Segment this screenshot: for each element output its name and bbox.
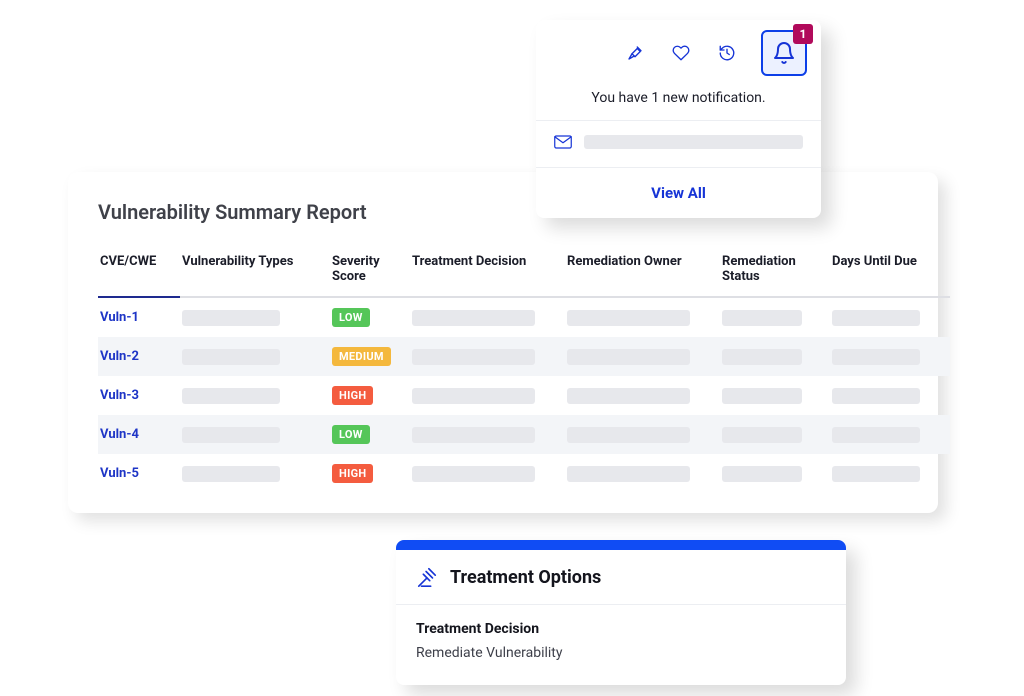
treatment-options-card: Treatment Options Treatment Decision Rem… <box>396 540 846 685</box>
cell-placeholder <box>567 427 690 443</box>
col-days-until-due[interactable]: Days Until Due <box>830 248 950 297</box>
history-icon[interactable] <box>715 41 739 65</box>
treatment-title: Treatment Options <box>450 567 601 588</box>
notification-message: You have 1 new notification. <box>536 84 821 121</box>
vuln-id-link[interactable]: Vuln-2 <box>100 349 139 364</box>
severity-badge: HIGH <box>332 386 373 405</box>
treatment-decision-label: Treatment Decision <box>416 621 826 637</box>
notification-item-placeholder <box>584 135 803 149</box>
col-remediation-owner[interactable]: Remediation Owner <box>565 248 720 297</box>
notification-badge: 1 <box>793 24 813 44</box>
treatment-topbar <box>396 540 846 550</box>
vuln-id-link[interactable]: Vuln-3 <box>100 388 139 403</box>
notification-bell-button[interactable]: 1 <box>761 30 807 76</box>
cell-placeholder <box>412 427 535 443</box>
cell-placeholder <box>182 310 280 326</box>
cell-placeholder <box>832 349 920 365</box>
notification-item[interactable] <box>536 121 821 168</box>
table-row: Vuln-2 MEDIUM <box>98 337 950 376</box>
notification-popover: 1 You have 1 new notification. View All <box>536 20 821 218</box>
cell-placeholder <box>832 310 920 326</box>
treatment-decision-value: Remediate Vulnerability <box>416 645 826 661</box>
col-vuln-types[interactable]: Vulnerability Types <box>180 248 330 297</box>
severity-badge: MEDIUM <box>332 347 391 366</box>
col-cve-cwe[interactable]: CVE/CWE <box>98 248 180 297</box>
vuln-id-link[interactable]: Vuln-5 <box>100 466 139 481</box>
col-treatment-decision[interactable]: Treatment Decision <box>410 248 565 297</box>
cell-placeholder <box>567 466 690 482</box>
view-all-button[interactable]: View All <box>536 168 821 218</box>
cell-placeholder <box>832 427 920 443</box>
vulnerability-table: CVE/CWE Vulnerability Types Severity Sco… <box>98 248 950 493</box>
col-severity-score[interactable]: Severity Score <box>330 248 410 297</box>
cell-placeholder <box>412 310 535 326</box>
severity-badge: LOW <box>332 308 370 327</box>
cell-placeholder <box>567 310 690 326</box>
table-row: Vuln-5 HIGH <box>98 454 950 493</box>
envelope-icon <box>554 135 572 149</box>
gavel-icon <box>416 566 438 588</box>
cell-placeholder <box>722 466 802 482</box>
notification-toolbar: 1 <box>536 20 821 84</box>
table-row: Vuln-1 LOW <box>98 297 950 337</box>
cell-placeholder <box>412 388 535 404</box>
cell-placeholder <box>722 427 802 443</box>
cell-placeholder <box>182 349 280 365</box>
treatment-body: Treatment Decision Remediate Vulnerabili… <box>396 605 846 685</box>
cell-placeholder <box>412 349 535 365</box>
severity-badge: HIGH <box>332 464 373 483</box>
severity-badge: LOW <box>332 425 370 444</box>
bell-icon <box>772 41 796 65</box>
vulnerability-summary-card: Vulnerability Summary Report CVE/CWE Vul… <box>68 172 938 513</box>
cell-placeholder <box>722 310 802 326</box>
cell-placeholder <box>567 388 690 404</box>
cell-placeholder <box>182 466 280 482</box>
cell-placeholder <box>832 466 920 482</box>
table-row: Vuln-4 LOW <box>98 415 950 454</box>
cell-placeholder <box>722 388 802 404</box>
vuln-id-link[interactable]: Vuln-1 <box>100 310 139 325</box>
cell-placeholder <box>722 349 802 365</box>
table-row: Vuln-3 HIGH <box>98 376 950 415</box>
heart-icon[interactable] <box>669 41 693 65</box>
cell-placeholder <box>412 466 535 482</box>
treatment-header: Treatment Options <box>396 550 846 605</box>
pin-icon[interactable] <box>623 41 647 65</box>
cell-placeholder <box>182 427 280 443</box>
cell-placeholder <box>567 349 690 365</box>
cell-placeholder <box>832 388 920 404</box>
cell-placeholder <box>182 388 280 404</box>
vuln-id-link[interactable]: Vuln-4 <box>100 427 139 442</box>
col-remediation-status[interactable]: Remediation Status <box>720 248 830 297</box>
